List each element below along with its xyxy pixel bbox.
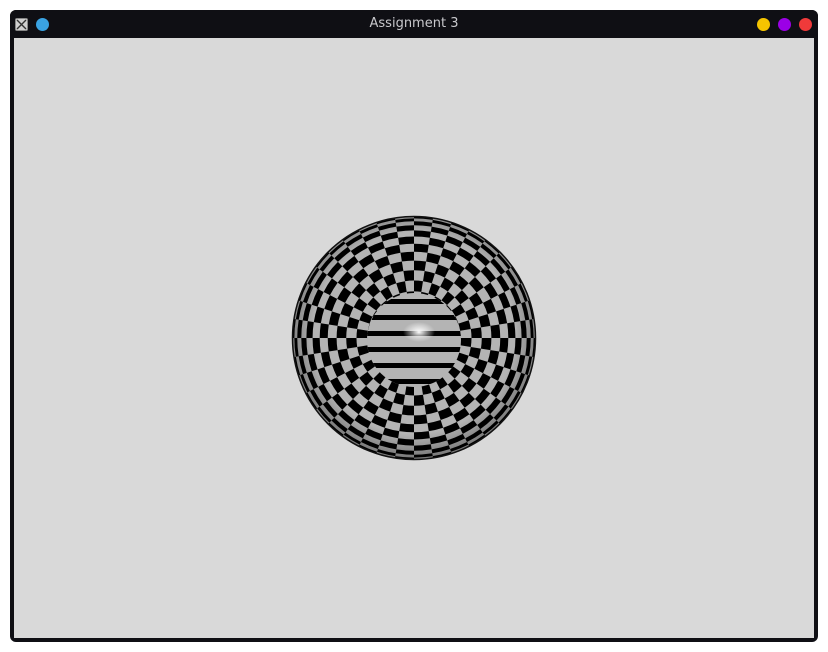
close-dot-icon[interactable] xyxy=(799,18,812,31)
app-window: Assignment 3 xyxy=(10,10,818,642)
maximize-dot-icon[interactable] xyxy=(778,18,791,31)
minimize-dot-icon[interactable] xyxy=(757,18,770,31)
titlebar[interactable]: Assignment 3 xyxy=(10,10,818,38)
specular-highlight xyxy=(403,322,435,342)
render-canvas[interactable] xyxy=(14,38,814,638)
window-title: Assignment 3 xyxy=(369,16,459,31)
scene-viewport xyxy=(291,215,537,461)
